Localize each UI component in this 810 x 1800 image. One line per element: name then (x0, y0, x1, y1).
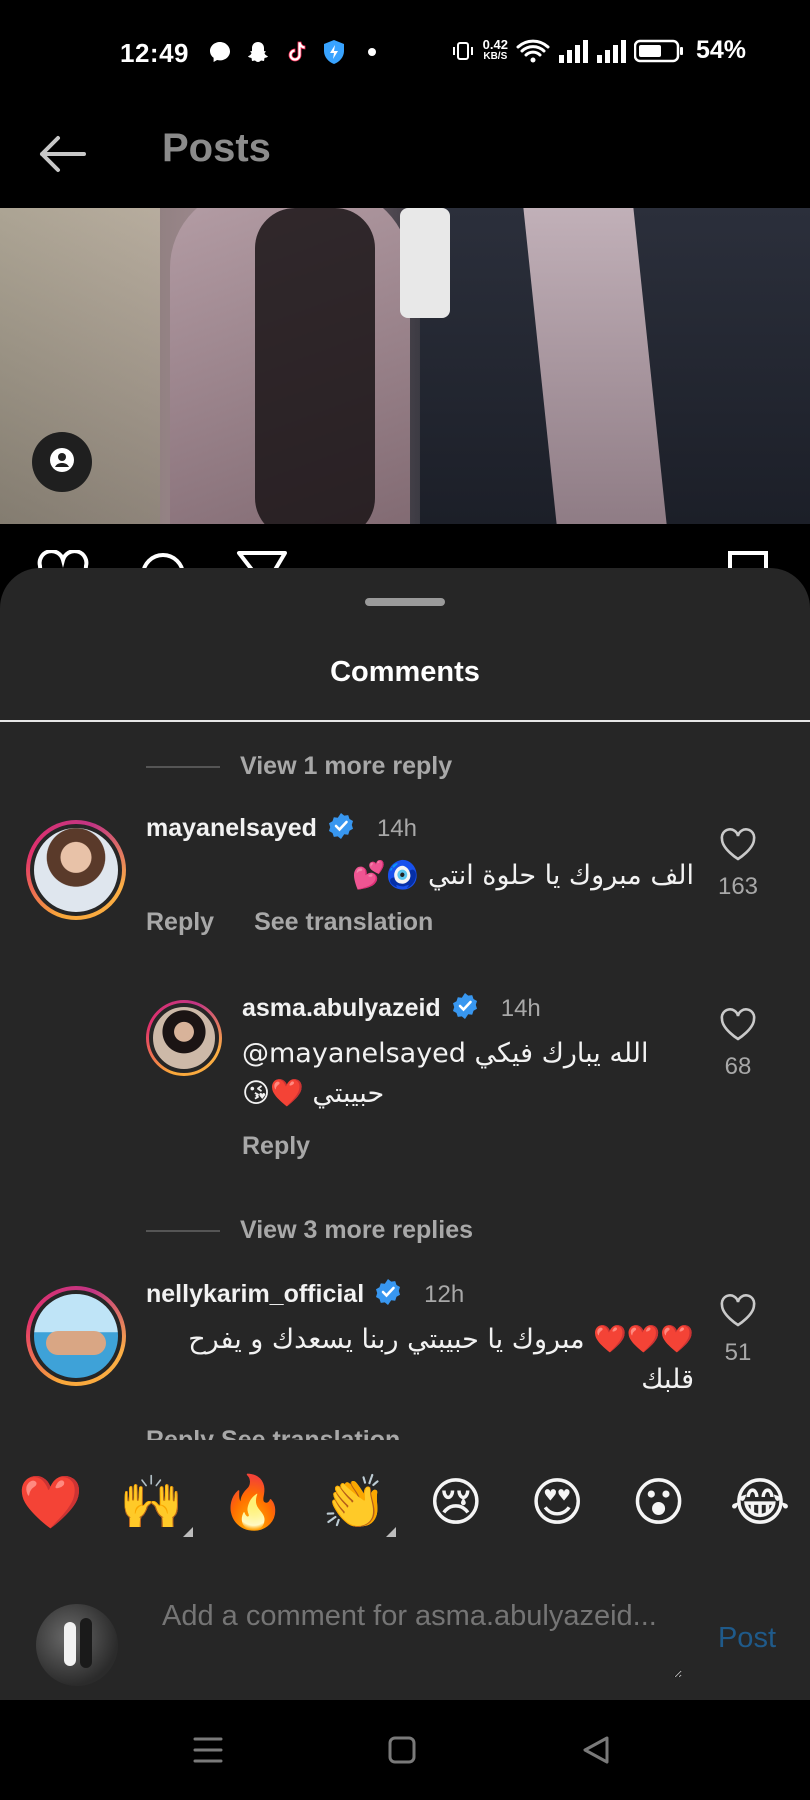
emoji-fire[interactable]: 🔥 (221, 1471, 286, 1535)
comment-item: mayanelsayed 14h الف مبروك يا حلوة انتي … (0, 812, 810, 962)
comment-text: @mayanelsayed الله يبارك فيكي حبيبتي ❤️😘 (242, 1034, 682, 1114)
wifi-icon (516, 39, 550, 63)
current-user-avatar (36, 1604, 118, 1686)
avatar[interactable] (26, 1286, 126, 1386)
post-photo[interactable] (0, 208, 810, 524)
view-more-replies[interactable]: View 1 more reply (146, 752, 452, 781)
comment-text-line: @mayanelsayed الله يبارك فيكي (242, 1038, 649, 1069)
comment-text-line: ❤️❤️❤️ مبروك يا حبيبتي ربنا يسعدك و يفرح (188, 1324, 694, 1355)
comment-text-line: حبيبتي ❤️😘 (242, 1078, 385, 1109)
post-actions (0, 524, 810, 574)
emoji-surprised[interactable]: 😮 (627, 1471, 691, 1535)
comment-input[interactable] (162, 1598, 682, 1678)
comment-time: 14h (376, 814, 417, 842)
reply-button[interactable]: Reply (242, 1132, 310, 1161)
system-nav-bar (0, 1700, 810, 1800)
comment-item: nellykarim_official 12h ❤️❤️❤️ مبروك يا … (0, 1278, 810, 1440)
post-button[interactable]: Post (718, 1622, 776, 1655)
top-header: Posts (0, 108, 810, 208)
avatar[interactable] (146, 1000, 222, 1076)
page-title: Posts (162, 126, 271, 170)
tagged-users-button[interactable] (32, 432, 92, 492)
comment-text: ❤️❤️❤️ مبروك يا حبيبتي ربنا يسعدك و يفرح… (134, 1320, 694, 1400)
avatar[interactable] (26, 820, 126, 920)
emoji-heart-eyes[interactable]: 😍 (525, 1471, 589, 1535)
signal-icon (558, 39, 588, 63)
home-icon[interactable] (382, 1730, 422, 1770)
like-count: 68 (724, 1053, 752, 1080)
reply-and-translate-partial[interactable]: Reply See translation (146, 1426, 400, 1440)
sheet-title: Comments (330, 656, 480, 688)
battery-icon (633, 39, 684, 63)
emoji-raised-hands[interactable]: 🙌 (119, 1471, 194, 1537)
like-heart-icon[interactable] (719, 828, 757, 867)
status-bar: 12:49 0.42 KB/S 54% (0, 0, 810, 108)
comment-text: الف مبروك يا حلوة انتي 🧿💕 (352, 860, 694, 891)
back-arrow-icon[interactable] (34, 126, 90, 182)
menu-icon[interactable] (188, 1730, 228, 1770)
emoji-heart[interactable]: ❤️ (18, 1471, 83, 1535)
more-notifications-dot (368, 48, 376, 56)
vibrate-icon (451, 39, 475, 63)
network-speed: 0.42 KB/S (482, 36, 508, 62)
back-icon[interactable] (576, 1730, 616, 1770)
battery-percent: 54% (695, 36, 746, 64)
verified-badge-icon (451, 992, 479, 1025)
messenger-icon (208, 40, 232, 64)
snapchat-icon (246, 40, 270, 64)
like-heart-icon[interactable] (719, 1294, 757, 1333)
comment-username[interactable]: nellykarim_official (146, 1280, 364, 1309)
emoji-crying[interactable]: 😢 (424, 1471, 488, 1535)
comment-text-line: قلبك (641, 1364, 694, 1395)
like-heart-icon[interactable] (719, 1008, 757, 1047)
status-time: 12:49 (120, 38, 189, 68)
comment-time: 12h (424, 1280, 465, 1308)
tiktok-icon (284, 40, 308, 64)
reply-button[interactable]: Reply (146, 908, 214, 937)
signal-icon (596, 39, 626, 63)
see-translation-button[interactable]: See translation (254, 908, 433, 937)
comment-username[interactable]: mayanelsayed (146, 814, 317, 843)
comments-list[interactable]: View 1 more reply mayanelsayed 14h الف م… (0, 722, 810, 1440)
emoji-clapping[interactable]: 👏 (322, 1471, 397, 1537)
notification-icons (208, 40, 376, 64)
quick-reactions-bar: ❤️ 🙌 🔥 👏 😢 😍 😮 😂 (0, 1462, 810, 1544)
shield-icon (322, 40, 346, 64)
reply-thread-line (146, 765, 220, 768)
view-more-replies[interactable]: View 3 more replies (146, 1216, 473, 1245)
verified-badge-icon (327, 812, 355, 845)
reply-item: asma.abulyazeid 14h @mayanelsayed الله ي… (0, 992, 810, 1162)
comment-time: 14h (500, 994, 541, 1022)
emoji-laughing[interactable]: 😂 (728, 1471, 792, 1535)
system-indicators: 0.42 KB/S 54% (451, 36, 746, 65)
like-count: 51 (724, 1339, 752, 1366)
comment-username[interactable]: asma.abulyazeid (242, 994, 441, 1023)
reply-thread-line (146, 1229, 220, 1232)
comment-composer: Post (0, 1560, 810, 1700)
drag-handle[interactable] (365, 598, 445, 606)
verified-badge-icon (374, 1278, 402, 1311)
like-count: 163 (717, 873, 759, 900)
user-tag-icon (46, 444, 78, 481)
